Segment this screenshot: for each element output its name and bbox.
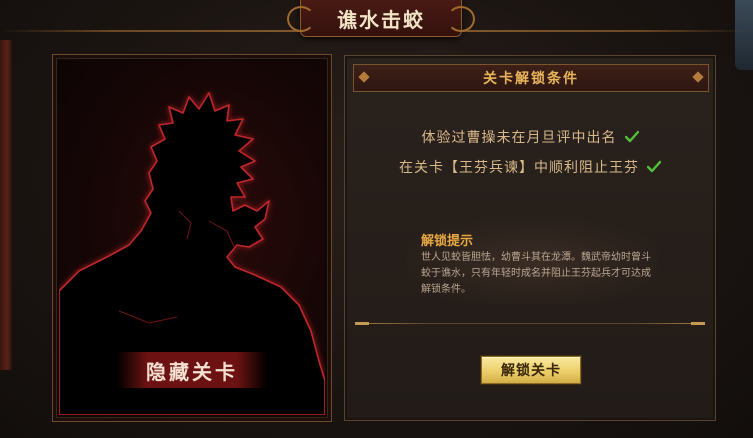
condition-text: 在关卡【王芬兵谏】中顺利阻止王芬: [399, 160, 639, 176]
condition-row: 体验过曹操未在月旦评中出名: [345, 126, 715, 148]
check-icon: [624, 130, 639, 143]
panel-header: 关卡解锁条件: [353, 64, 709, 92]
left-edge-decoration: [0, 40, 12, 370]
unlock-conditions-panel: 关卡解锁条件 体验过曹操未在月旦评中出名 在关卡【王芬兵谏】中顺利阻止王芬 解锁…: [344, 55, 716, 421]
header-ornament-left: [358, 71, 370, 83]
card-portrait-area: 隐藏关卡: [59, 61, 325, 415]
unlock-level-button[interactable]: 解锁关卡: [481, 356, 581, 384]
panel-header-title: 关卡解锁条件: [483, 71, 579, 87]
page-title: 谯水击蛟: [337, 7, 425, 32]
title-banner: 谯水击蛟: [287, 0, 462, 37]
condition-row: 在关卡【王芬兵谏】中顺利阻止王芬: [345, 156, 715, 178]
hint-title: 解锁提示: [421, 234, 474, 249]
check-icon: [647, 160, 661, 173]
hidden-level-label: 隐藏关卡: [146, 359, 238, 384]
hidden-level-card: 隐藏关卡: [52, 54, 332, 422]
hidden-label-banner: 隐藏关卡: [117, 352, 267, 388]
right-edge-decoration: [735, 0, 753, 70]
header-ornament-right: [692, 71, 704, 83]
hint-body: 世人见蛟皆胆怯，幼曹斗其在龙潭。魏武帝幼时曾斗蛟于谯水，只有年轻时成名并阻止王芬…: [421, 252, 651, 295]
condition-text: 体验过曹操未在月旦评中出名: [421, 130, 617, 146]
panel-divider: [355, 322, 705, 325]
